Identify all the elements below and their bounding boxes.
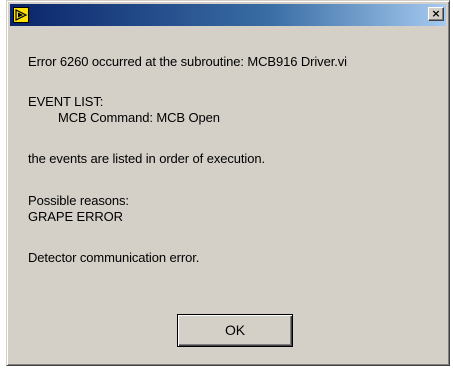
error-dialog: × Error 6260 occurred at the subroutine:…	[6, 0, 450, 366]
dialog-body: Error 6260 occurred at the subroutine: M…	[7, 26, 449, 365]
reason-text: GRAPE ERROR	[28, 209, 123, 224]
error-message: Error 6260 occurred at the subroutine: M…	[28, 54, 347, 69]
event-list-heading: EVENT LIST:	[28, 94, 104, 109]
run-arrow-icon	[15, 9, 28, 21]
possible-reasons-heading: Possible reasons:	[28, 193, 129, 208]
title-bar[interactable]: ×	[10, 4, 446, 26]
ok-button[interactable]: OK	[177, 314, 293, 347]
event-order-note: the events are listed in order of execut…	[28, 151, 265, 166]
event-list-item: MCB Command: MCB Open	[58, 110, 220, 125]
labview-app-icon	[13, 7, 29, 23]
close-button[interactable]: ×	[428, 7, 444, 21]
error-detail: Detector communication error.	[28, 250, 200, 265]
close-icon: ×	[431, 7, 441, 20]
